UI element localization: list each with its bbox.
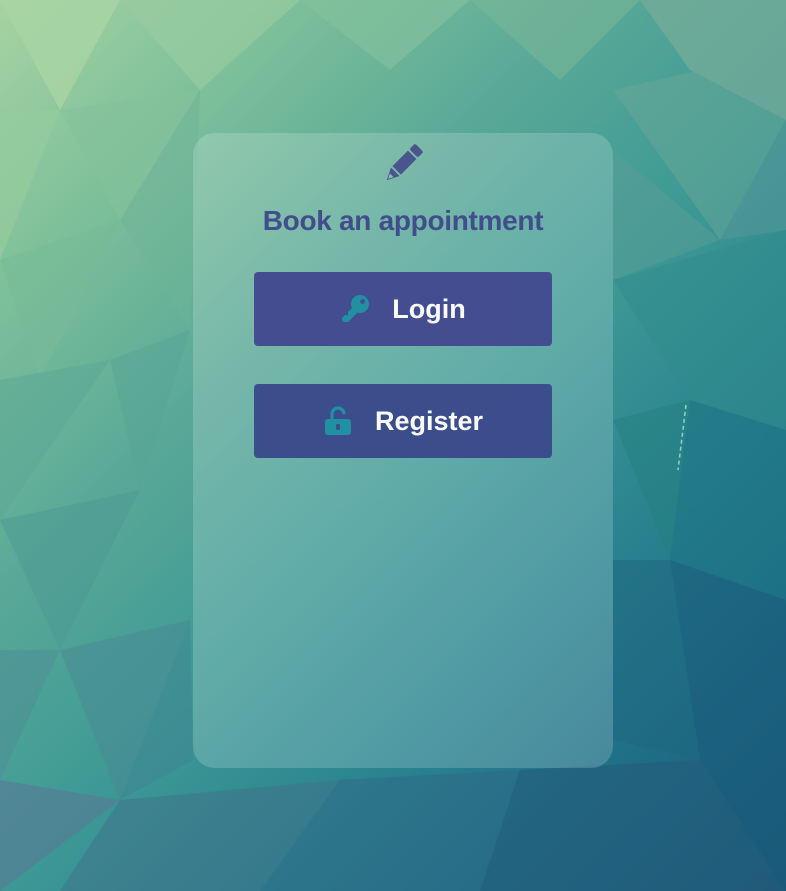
unlock-icon <box>324 406 351 435</box>
register-button[interactable]: Register <box>254 384 552 458</box>
page-title: Book an appointment <box>262 205 544 236</box>
key-icon <box>342 295 370 322</box>
register-label: Register <box>374 405 484 436</box>
login-label: Login <box>392 293 466 324</box>
appointment-card: Book an appointment Login Register <box>193 133 613 768</box>
login-button[interactable]: Login <box>254 272 552 346</box>
pencil-icon <box>386 144 423 181</box>
